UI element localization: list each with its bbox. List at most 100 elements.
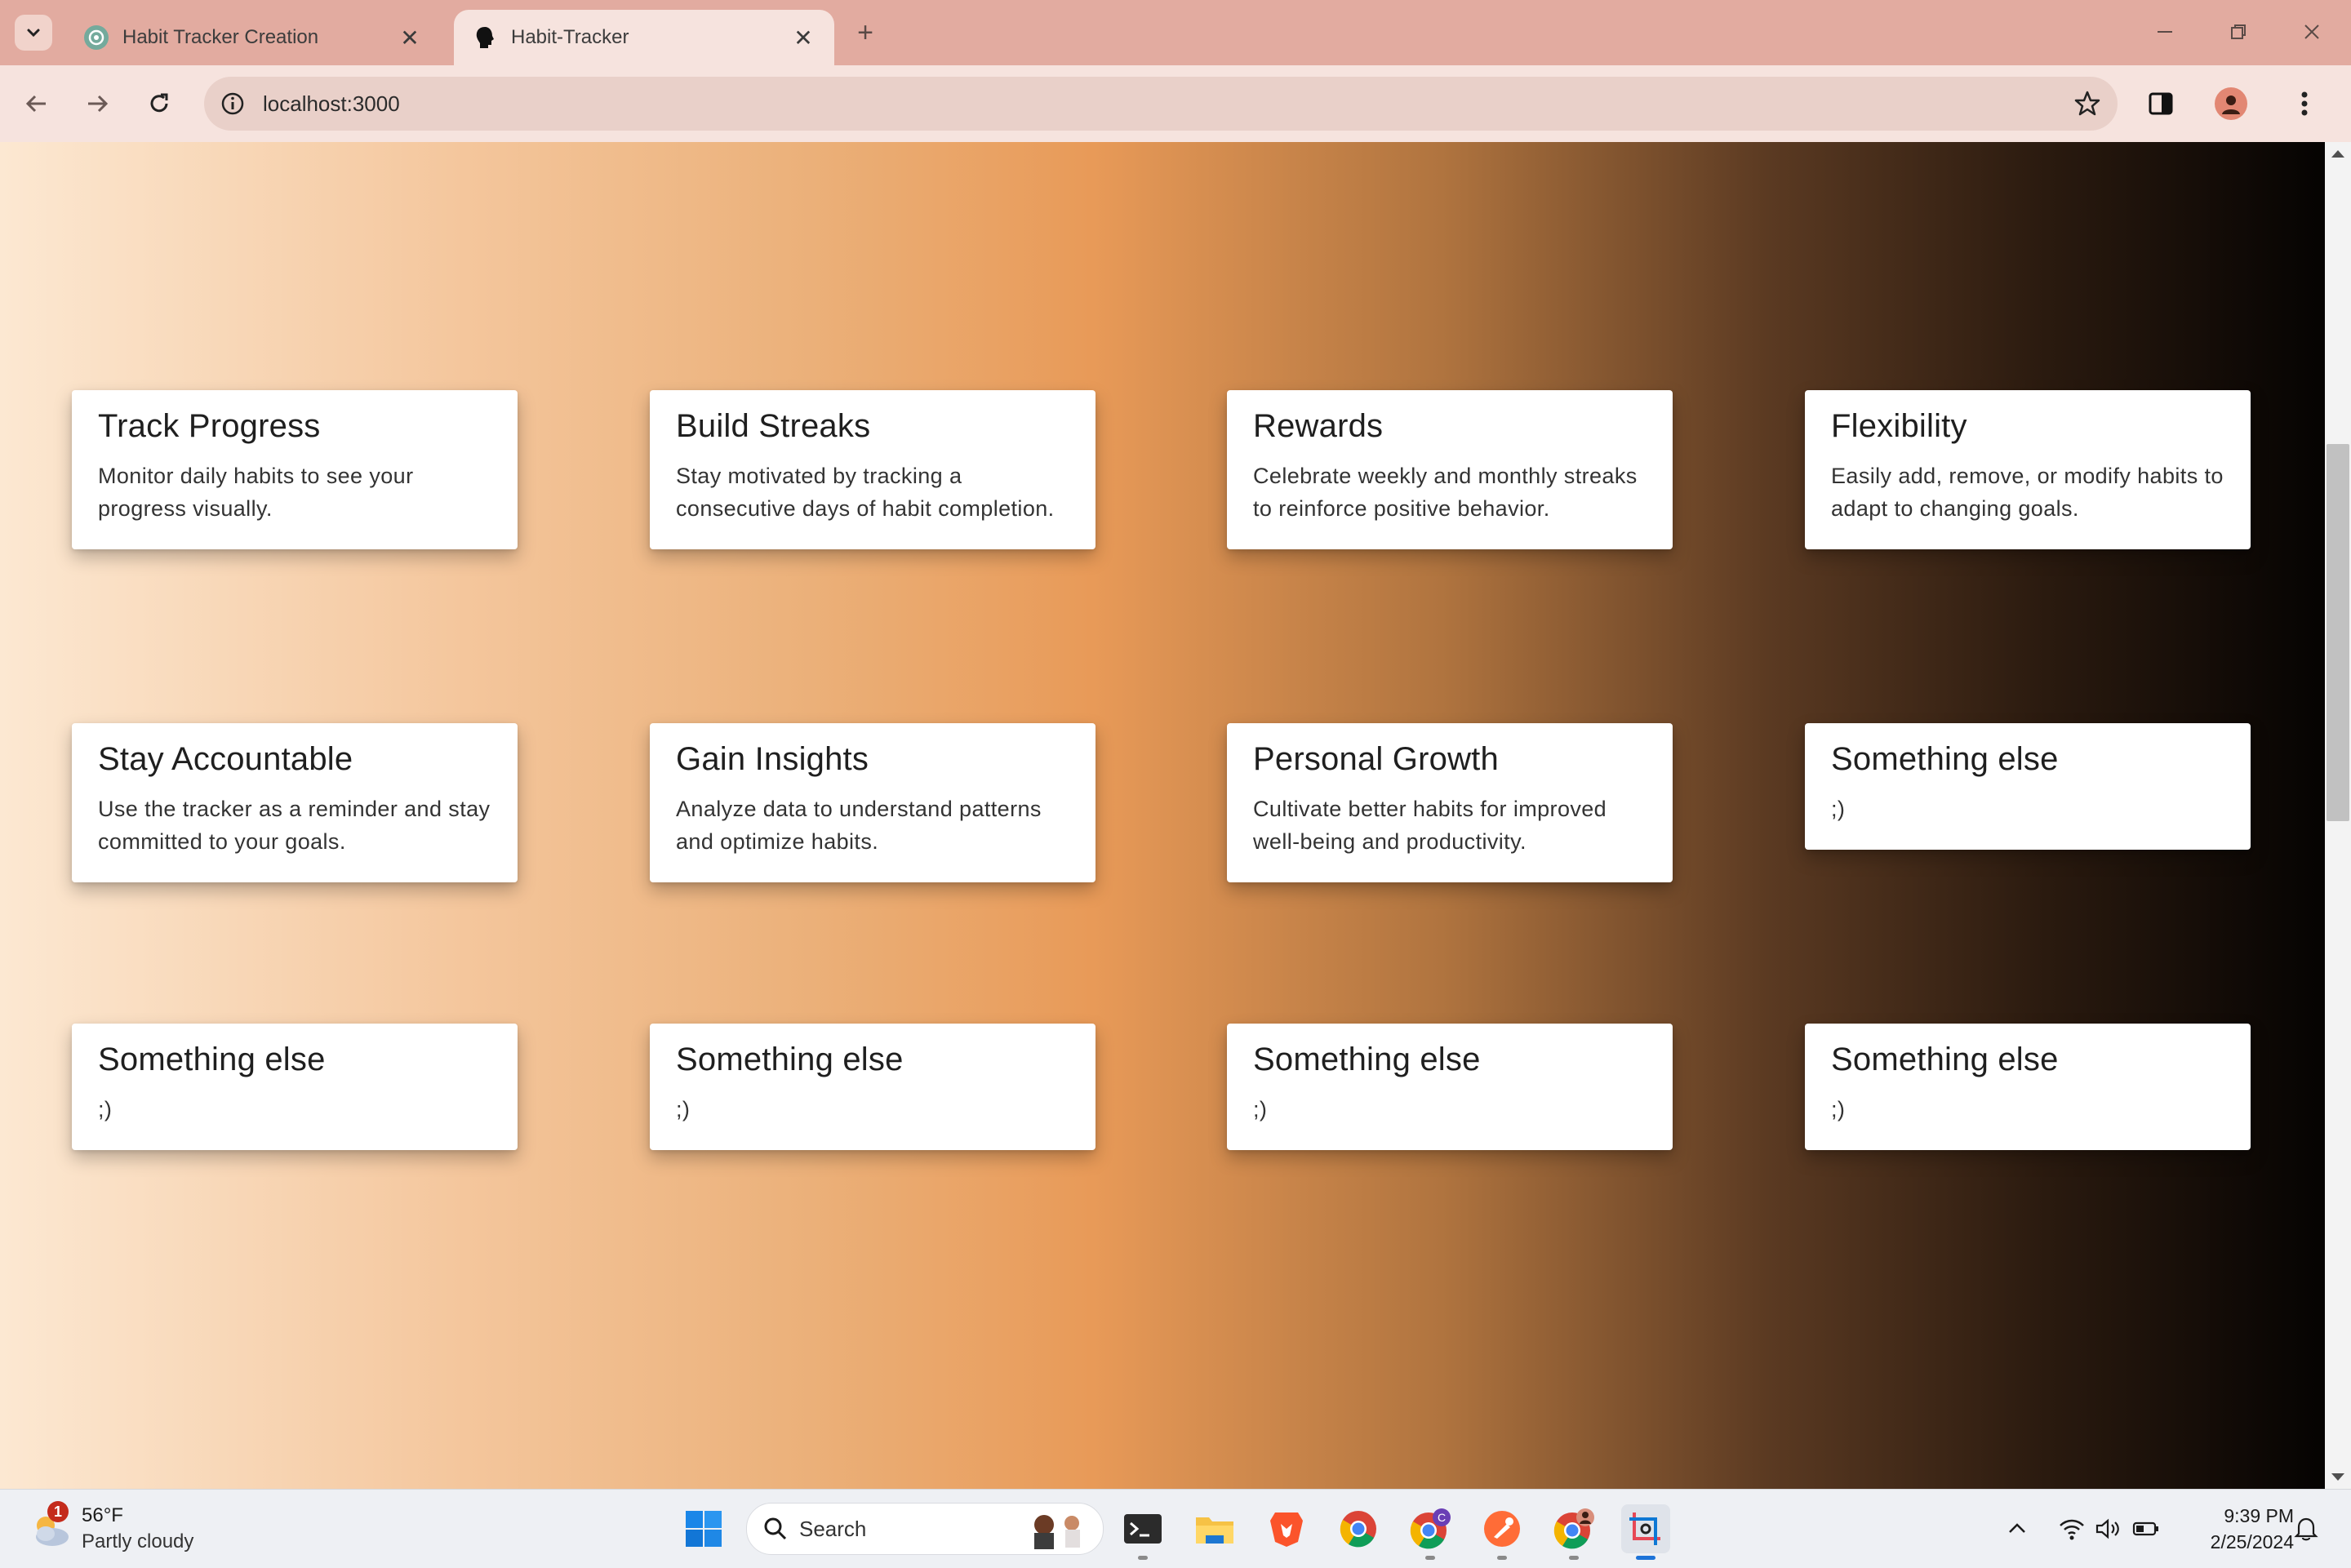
page-scrollbar[interactable] (2325, 142, 2351, 1489)
battery-button[interactable] (2132, 1514, 2160, 1544)
browser-toolbar: localhost:3000 (0, 65, 2351, 144)
running-indicator (1425, 1556, 1435, 1560)
new-tab-button[interactable]: + (849, 16, 882, 49)
notifications-button[interactable] (2294, 1514, 2318, 1544)
card-title: Gain Insights (676, 741, 869, 777)
taskbar-chrome-profile-2[interactable] (1549, 1504, 1598, 1560)
restore-button[interactable] (2214, 11, 2263, 52)
tab-habit-tracker[interactable]: Habit-Tracker ✕ (454, 10, 834, 65)
network-button[interactable] (2059, 1514, 2085, 1544)
search-highlight-icon (1034, 1515, 1080, 1549)
tab-search-button[interactable] (15, 15, 52, 51)
taskbar-postman[interactable] (1478, 1504, 1527, 1560)
side-panel-button[interactable] (2142, 85, 2180, 122)
page-viewport: Track Progress Monitor daily habits to s… (0, 142, 2325, 1489)
back-button[interactable] (18, 85, 56, 122)
arrow-left-icon (25, 95, 46, 113)
avatar (2215, 87, 2247, 120)
chevron-up-icon (2009, 1523, 2025, 1533)
close-tab-icon[interactable]: ✕ (397, 24, 423, 51)
reload-button[interactable] (140, 85, 178, 122)
card-text: ;) (1831, 1097, 1846, 1122)
tab-title: Habit Tracker Creation (122, 26, 319, 48)
windows-start-icon (686, 1511, 722, 1547)
card-title: Stay Accountable (98, 741, 353, 777)
card-text: ;) (98, 1097, 113, 1122)
running-indicator (1138, 1556, 1148, 1560)
reload-icon (150, 93, 168, 113)
bell-icon (2294, 1517, 2318, 1541)
close-tab-icon[interactable]: ✕ (790, 24, 816, 51)
minimize-button[interactable] (2140, 11, 2189, 52)
taskbar-terminal[interactable] (1118, 1504, 1167, 1560)
card-text: ;) (1253, 1097, 1268, 1122)
weather-temperature: 56°F (82, 1504, 123, 1526)
forward-button[interactable] (78, 85, 116, 122)
card-title: Something else (98, 1042, 326, 1077)
scrollbar-thumb[interactable] (2327, 444, 2349, 821)
taskbar-snipping-tool[interactable] (1621, 1504, 1670, 1560)
arrow-right-icon (88, 95, 109, 113)
feature-card-build-streaks: Build Streaks Stay motivated by tracking… (650, 390, 1096, 549)
card-title: Personal Growth (1253, 741, 1499, 777)
card-text: Analyze data to understand patterns and … (676, 797, 1042, 854)
chatgpt-icon (84, 25, 109, 50)
battery-icon (2132, 1521, 2158, 1536)
restore-icon (2231, 24, 2246, 39)
card-title: Rewards (1253, 408, 1384, 444)
system-clock[interactable]: 9:39 PM 2/25/2024 (2171, 1503, 2294, 1555)
close-icon (2304, 24, 2319, 39)
taskbar-file-explorer[interactable] (1190, 1504, 1239, 1553)
site-info-icon[interactable] (220, 91, 245, 116)
feature-card-something-else: Something else ;) (1227, 1024, 1673, 1150)
taskbar-brave[interactable] (1262, 1504, 1311, 1553)
head-silhouette-icon (476, 27, 494, 48)
close-window-button[interactable] (2287, 11, 2336, 52)
url-text: localhost:3000 (263, 91, 400, 116)
search-icon (764, 1517, 787, 1540)
side-panel-icon (2149, 92, 2173, 115)
feature-card-rewards: Rewards Celebrate weekly and monthly str… (1227, 390, 1673, 549)
profile-button[interactable] (2212, 85, 2250, 122)
postman-icon (1484, 1511, 1520, 1547)
taskbar-chrome[interactable] (1334, 1504, 1383, 1553)
running-indicator (1497, 1556, 1507, 1560)
wifi-icon (2060, 1519, 2084, 1540)
chrome-profile-icon: C (1410, 1508, 1451, 1549)
tab-habit-tracker-creation[interactable]: Habit Tracker Creation ✕ (65, 10, 441, 65)
card-title: Something else (1831, 741, 2059, 777)
feature-card-stay-accountable: Stay Accountable Use the tracker as a re… (72, 723, 518, 882)
browser-menu-button[interactable] (2286, 85, 2323, 122)
weather-condition: Partly cloudy (82, 1530, 194, 1552)
snipping-tool-icon (1629, 1512, 1660, 1545)
chrome-icon (1340, 1511, 1376, 1548)
card-title: Track Progress (98, 408, 321, 444)
bookmark-star-icon[interactable] (2073, 90, 2101, 118)
show-hidden-icons-button[interactable] (2005, 1514, 2029, 1544)
card-text: Celebrate weekly and monthly streaks to … (1253, 464, 1638, 521)
taskbar-search[interactable]: Search (746, 1503, 1104, 1555)
clock-date: 2/25/2024 (2210, 1531, 2294, 1552)
clock-time: 9:39 PM (2224, 1505, 2294, 1526)
taskbar-chrome-profile[interactable]: C (1406, 1504, 1455, 1560)
volume-button[interactable] (2095, 1514, 2121, 1544)
scroll-up-arrow-icon[interactable] (2331, 150, 2344, 158)
card-text: Cultivate better habits for improved wel… (1253, 797, 1607, 854)
address-bar[interactable]: localhost:3000 (204, 77, 2118, 131)
card-title: Something else (1831, 1042, 2059, 1077)
scroll-down-arrow-icon[interactable] (2331, 1473, 2344, 1481)
tab-title: Habit-Tracker (511, 26, 629, 48)
card-title: Something else (676, 1042, 904, 1077)
chrome-profile-2-icon (1553, 1508, 1594, 1549)
card-title: Build Streaks (676, 408, 871, 444)
weather-widget[interactable]: 1 56°F Partly cloudy (28, 1501, 240, 1558)
svg-text:C: C (1438, 1511, 1446, 1524)
speaker-icon (2095, 1518, 2119, 1539)
start-button[interactable] (679, 1504, 728, 1553)
feature-card-something-else: Something else ;) (650, 1024, 1096, 1150)
card-text: ;) (676, 1097, 691, 1122)
feature-card-personal-growth: Personal Growth Cultivate better habits … (1227, 723, 1673, 882)
feature-card-gain-insights: Gain Insights Analyze data to understand… (650, 723, 1096, 882)
feature-card-flexibility: Flexibility Easily add, remove, or modif… (1805, 390, 2251, 549)
card-text: Monitor daily habits to see your progres… (98, 464, 414, 521)
